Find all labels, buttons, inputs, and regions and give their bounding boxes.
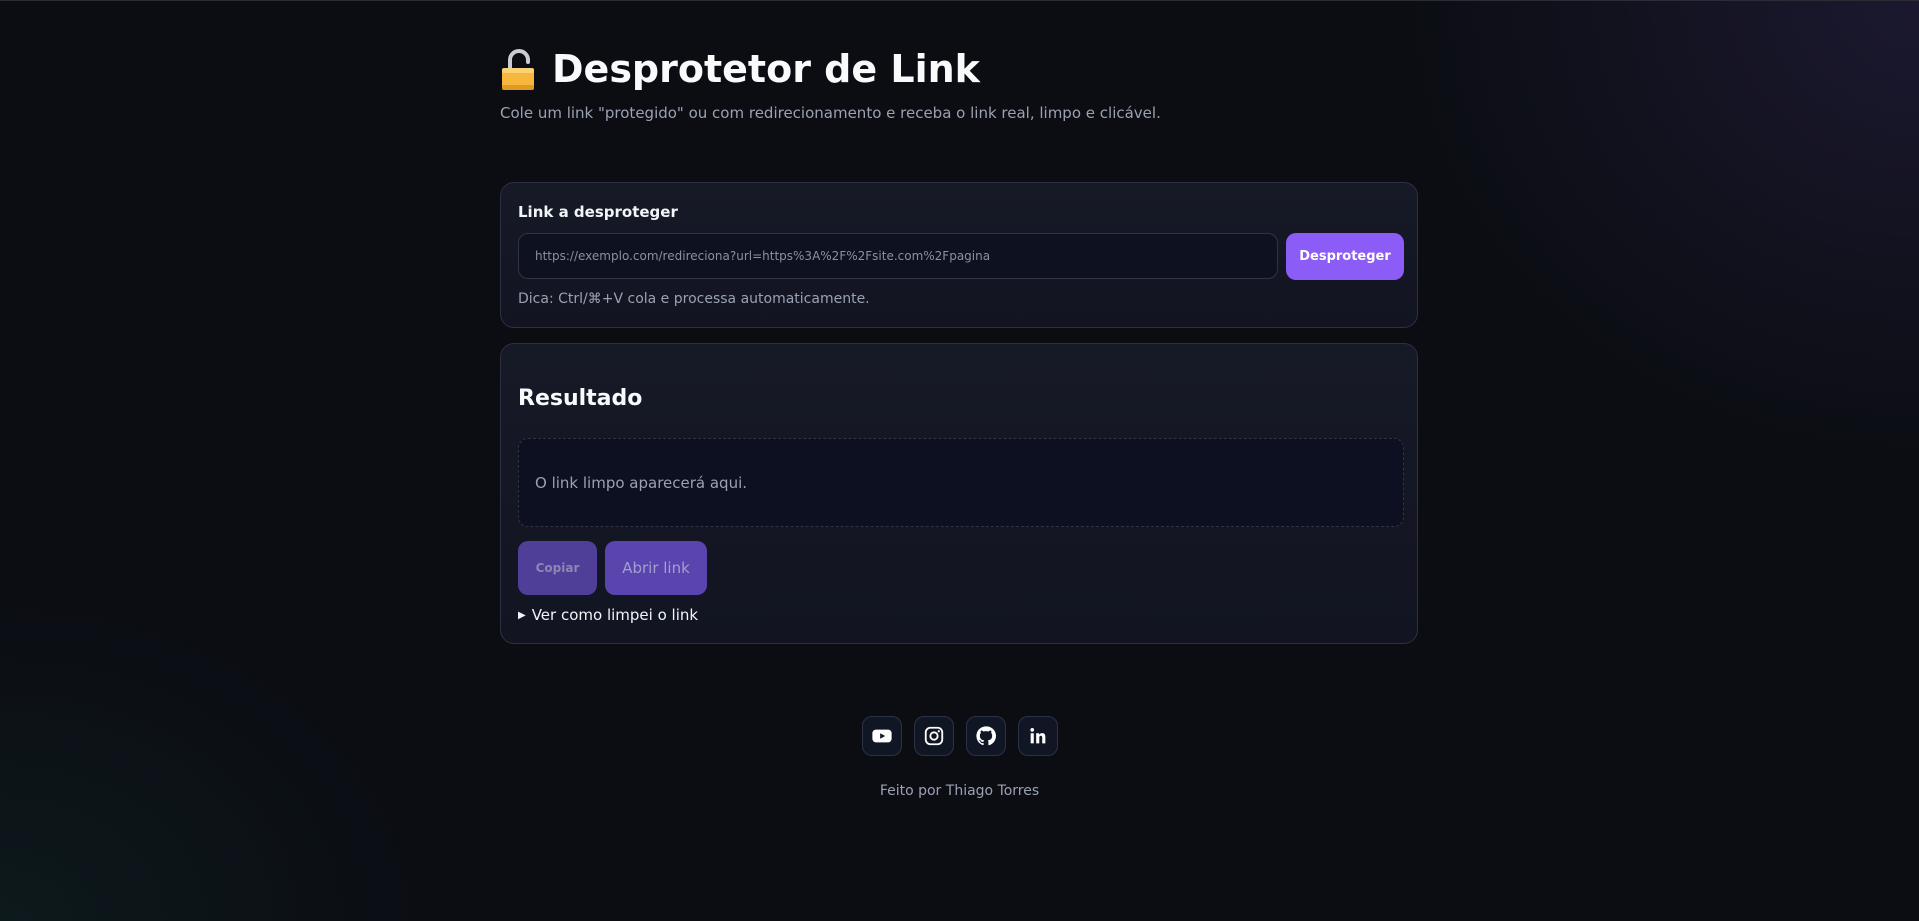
page-subtitle: Cole um link "protegido" ou com redireci…: [500, 104, 1161, 122]
result-title: Resultado: [518, 386, 643, 411]
caret-right-icon: ▶: [518, 609, 526, 621]
input-card: Link a desproteger Desproteger Dica: Ctr…: [500, 182, 1418, 328]
details-toggle-label: Ver como limpei o link: [531, 606, 699, 624]
page-title: Desprotetor de Link: [500, 47, 980, 91]
result-placeholder: O link limpo aparecerá aqui.: [535, 473, 748, 492]
social-links: [862, 716, 1058, 756]
youtube-icon: [872, 729, 892, 743]
copy-button[interactable]: Copiar: [518, 541, 597, 595]
github-link[interactable]: [966, 716, 1006, 756]
page-title-text: Desprotetor de Link: [552, 47, 980, 91]
url-field-label: Link a desproteger: [518, 203, 678, 221]
footer-credit: Feito por Thiago Torres: [879, 783, 1040, 799]
youtube-link[interactable]: [862, 716, 902, 756]
paste-hint: Dica: Ctrl/⌘+V cola e processa automatic…: [518, 291, 870, 307]
instagram-link[interactable]: [914, 716, 954, 756]
url-input[interactable]: [518, 233, 1278, 279]
result-output: O link limpo aparecerá aqui.: [518, 438, 1404, 527]
open-link-button[interactable]: Abrir link: [605, 541, 707, 595]
linkedin-link[interactable]: [1018, 716, 1058, 756]
instagram-icon: [924, 726, 944, 746]
linkedin-icon: [1030, 728, 1046, 744]
result-card: Resultado O link limpo aparecerá aqui. C…: [500, 343, 1418, 644]
details-toggle[interactable]: ▶ Ver como limpei o link: [518, 606, 698, 624]
github-icon: [976, 726, 997, 746]
unlocked-padlock-icon: [500, 47, 536, 91]
desproteger-button[interactable]: Desproteger: [1286, 233, 1404, 280]
